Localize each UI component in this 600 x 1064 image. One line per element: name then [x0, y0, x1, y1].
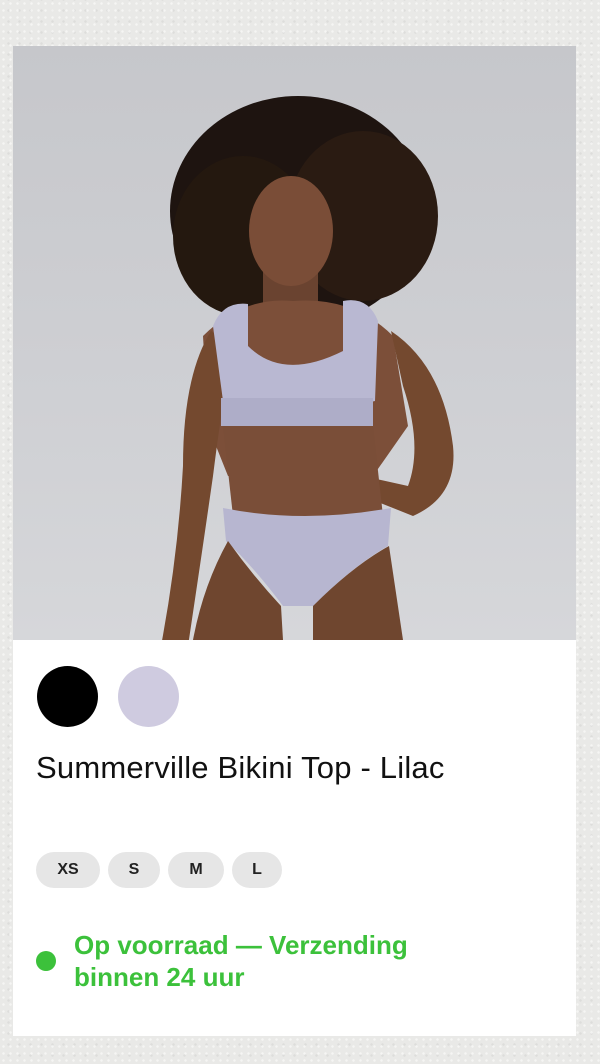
size-m[interactable]: M: [168, 852, 224, 888]
size-l[interactable]: L: [232, 852, 282, 888]
in-stock-dot-icon: [36, 951, 56, 971]
stock-status: Op voorraad — Verzending binnen 24 uur: [36, 929, 494, 993]
size-options: XS S M L: [36, 852, 282, 888]
product-image[interactable]: [13, 46, 576, 640]
size-s[interactable]: S: [108, 852, 160, 888]
stock-status-text: Op voorraad — Verzending binnen 24 uur: [74, 930, 408, 992]
color-swatches: [37, 666, 179, 727]
model-photo-illustration: [162, 96, 454, 640]
product-title[interactable]: Summerville Bikini Top - Lilac: [36, 750, 445, 786]
size-xs[interactable]: XS: [36, 852, 100, 888]
product-card[interactable]: Summerville Bikini Top - Lilac XS S M L …: [13, 46, 576, 1036]
swatch-black[interactable]: [37, 666, 98, 727]
swatch-lilac[interactable]: [118, 666, 179, 727]
